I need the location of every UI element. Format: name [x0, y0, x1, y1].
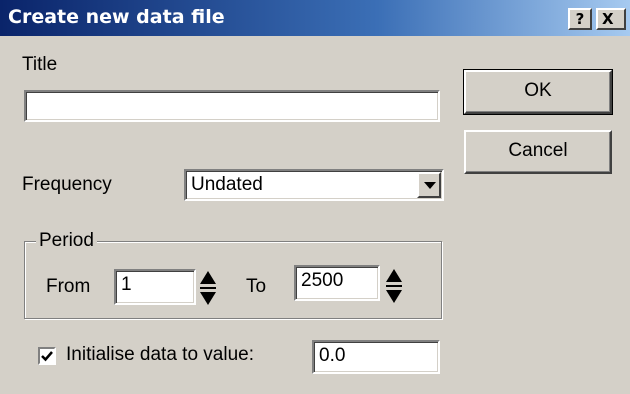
- from-label: From: [46, 276, 91, 297]
- title-input[interactable]: [24, 90, 440, 122]
- checkmark-icon: [41, 351, 53, 362]
- period-group-label: Period: [36, 230, 97, 252]
- from-input[interactable]: 1: [114, 269, 196, 305]
- cancel-button[interactable]: Cancel: [464, 130, 612, 174]
- close-button[interactable]: X: [596, 8, 626, 30]
- from-spinner-icon[interactable]: [199, 268, 217, 308]
- initialise-value-input[interactable]: 0.0: [312, 340, 440, 374]
- to-label: To: [246, 276, 267, 297]
- to-input-value: 2500: [301, 270, 344, 291]
- create-data-file-dialog: Create new data file ? X Title OK Cancel…: [0, 0, 630, 394]
- ok-button[interactable]: OK: [463, 69, 613, 115]
- title-label: Title: [22, 54, 58, 75]
- frequency-label: Frequency: [22, 174, 112, 195]
- to-spinner-icon[interactable]: [385, 266, 403, 306]
- dialog-title: Create new data file: [8, 6, 225, 28]
- frequency-dropdown-button[interactable]: [417, 172, 441, 198]
- chevron-down-icon: [424, 182, 436, 189]
- title-bar[interactable]: Create new data file ? X: [0, 0, 630, 36]
- to-input[interactable]: 2500: [294, 265, 380, 301]
- frequency-selected-value: Undated: [191, 174, 263, 195]
- help-button[interactable]: ?: [568, 8, 592, 30]
- initialise-label: Initialise data to value:: [66, 344, 255, 365]
- initialise-value: 0.0: [319, 345, 346, 366]
- from-input-value: 1: [121, 274, 132, 295]
- frequency-select[interactable]: Undated: [184, 169, 444, 201]
- initialise-checkbox[interactable]: [38, 347, 56, 365]
